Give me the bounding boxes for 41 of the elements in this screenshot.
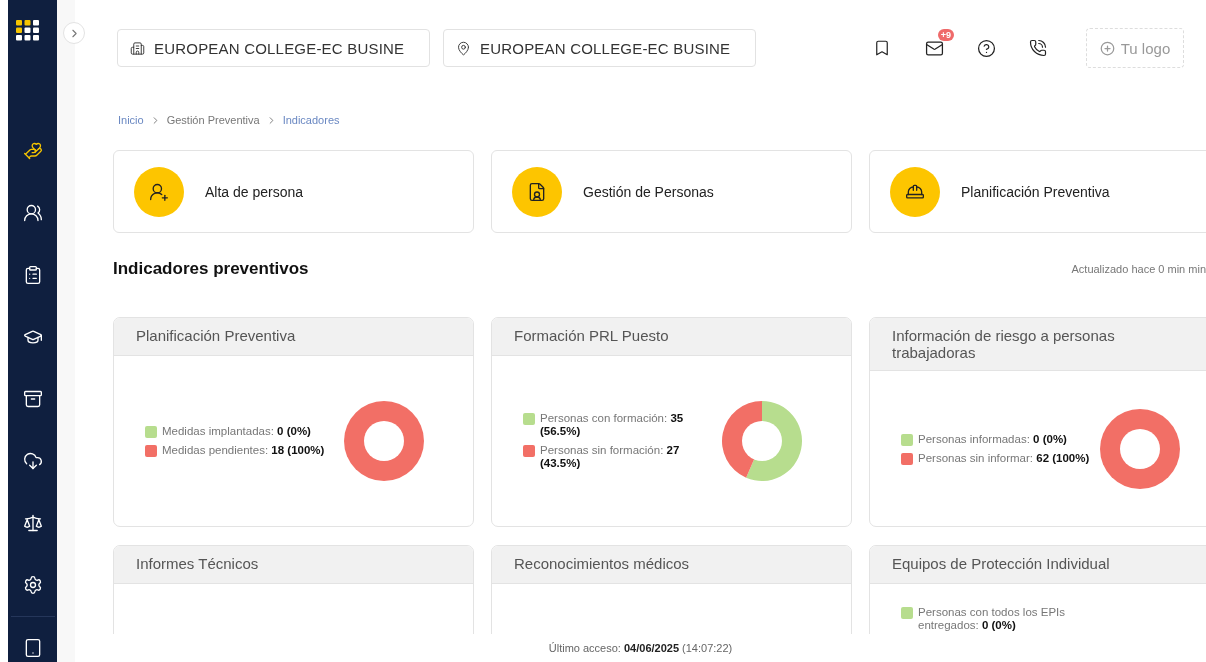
phone-icon xyxy=(1029,39,1047,57)
archive-icon xyxy=(22,389,43,409)
legend-label: Personas sin informar: 62 (100%) xyxy=(918,451,1090,465)
legend-label: Personas con todos los EPIs entregados: 0 (0%) xyxy=(918,606,1067,632)
card-title: Información de riesgo a personas trabajadoras xyxy=(870,318,1206,371)
notification-badge: +9 xyxy=(937,29,954,41)
legend-label: Medidas pendientes: 18 (100%) xyxy=(162,444,325,457)
updated-text: Actualizado hace 0 min min xyxy=(1071,263,1206,275)
last-access-text: Último acceso: 04/06/2025 (14:07:22) xyxy=(548,642,733,654)
hand-heart-icon xyxy=(22,141,43,161)
cloud-download-icon xyxy=(22,451,43,471)
settings-icon xyxy=(22,575,43,595)
plus-circle-icon xyxy=(1099,40,1115,56)
help-icon xyxy=(976,38,996,58)
shortcut-card[interactable]: Alta de persona xyxy=(113,150,474,233)
card-title: Planificación Preventiva xyxy=(114,318,473,356)
card-title: Reconocimientos médicos xyxy=(492,546,851,584)
collapse-button[interactable] xyxy=(63,22,85,44)
bookmark-icon xyxy=(873,39,891,57)
card-title: Informes Técnicos xyxy=(114,546,473,584)
file-user-icon xyxy=(527,181,547,202)
breadcrumb-link[interactable]: Inicio xyxy=(118,114,144,126)
breadcrumb-item: Gestión Preventiva xyxy=(166,114,260,126)
section-title: Indicadores preventivos xyxy=(113,259,309,279)
users-icon xyxy=(22,203,43,223)
map-pin-icon xyxy=(456,40,471,56)
company-selector[interactable]: EUROPEAN COLLEGE-EC BUSINE xyxy=(117,29,430,67)
legend-label: Personas con formación: 35 (56.5%) xyxy=(540,412,685,438)
user-plus-icon xyxy=(149,181,169,202)
shortcut-card[interactable]: Gestión de Personas xyxy=(491,150,852,233)
card-title: Equipos de Protección Individual xyxy=(870,546,1206,584)
legend-label: Medidas implantadas: 0 (0%) xyxy=(162,425,311,438)
legend-label: Personas informadas: 0 (0%) xyxy=(918,432,1067,446)
legend-label: Personas sin formación: 27 (43.5%) xyxy=(540,444,681,470)
breadcrumb-link[interactable]: Indicadores xyxy=(282,114,340,126)
grid-logo-icon xyxy=(15,20,40,42)
building-icon xyxy=(130,40,145,56)
scale-icon xyxy=(22,513,43,533)
card-title: Formación PRL Puesto xyxy=(492,318,851,356)
location-selector[interactable]: EUROPEAN COLLEGE-EC BUSINE xyxy=(443,29,756,67)
shortcut-card[interactable]: Planificación Preventiva xyxy=(869,150,1206,233)
